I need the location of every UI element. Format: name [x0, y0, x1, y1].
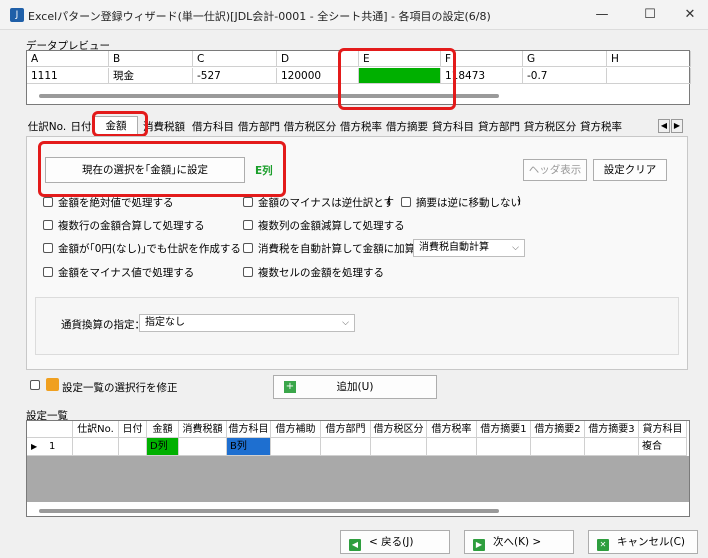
back-arrow-icon: ◀	[349, 539, 361, 551]
list-header-11[interactable]: 借方摘要2	[531, 421, 585, 438]
list-cell-6[interactable]	[271, 438, 321, 456]
currency-select[interactable]: 指定なし ⌵	[139, 314, 355, 332]
list-empty-area	[27, 456, 689, 502]
list-cell-7[interactable]	[321, 438, 371, 456]
edit-icon	[46, 378, 59, 391]
list-cell-12[interactable]	[585, 438, 639, 456]
cancel-icon: ✕	[597, 539, 609, 551]
preview-cell-a[interactable]: 1111	[27, 68, 109, 84]
list-header-4[interactable]: 消費税額	[179, 421, 227, 438]
header-display-button[interactable]: ヘッダ表示	[523, 159, 587, 181]
next-button[interactable]: ▶ 次へ(K) >	[464, 530, 574, 554]
list-cell-11[interactable]	[531, 438, 585, 456]
list-header-2[interactable]: 日付	[119, 421, 147, 438]
list-scrollbar[interactable]	[39, 509, 499, 513]
checkbox-multi-row-sum[interactable]: 複数行の金額合算して処理する	[43, 218, 205, 233]
tab-scroll-left-icon[interactable]: ◀	[658, 119, 670, 133]
maximize-button[interactable]: ☐	[630, 4, 670, 26]
settings-list: 1 仕訳No. 日付 金額 D列 消費税額 借方科目 B列 借方補助 借方部門 借方税区分 借方税率借…	[26, 420, 690, 517]
checkbox-auto-tax[interactable]: 消費税を自動計算して金額に加算	[243, 241, 415, 256]
tab-10[interactable]: 貸方部門	[476, 118, 522, 136]
close-button[interactable]: ✕	[670, 4, 708, 26]
tab-8[interactable]: 借方摘要	[384, 118, 430, 136]
list-header-6[interactable]: 借方補助	[271, 421, 321, 438]
clear-settings-button[interactable]: 設定クリア	[593, 159, 667, 181]
checkbox-no-move-summary[interactable]: 摘要は逆に移動しない	[401, 195, 521, 210]
tab-6[interactable]: 借方税区分	[282, 118, 338, 136]
chevron-down-icon: ⌵	[342, 318, 349, 328]
checkbox-multi-col-subtract[interactable]: 複数列の金額減算して処理する	[243, 218, 405, 233]
list-cell-9[interactable]	[427, 438, 477, 456]
tab-9[interactable]: 貸方科目	[430, 118, 476, 136]
tab-12[interactable]: 貸方税率	[578, 118, 624, 136]
list-cell-8[interactable]	[371, 438, 427, 456]
tab-0[interactable]: 仕訳No.	[26, 118, 68, 136]
modify-selected-label: 設定一覧の選択行を修正	[62, 382, 178, 394]
list-cell-10[interactable]	[477, 438, 531, 456]
list-header-3[interactable]: 金額	[147, 421, 179, 438]
list-cell-1[interactable]	[73, 438, 119, 456]
title-bar: J Excelパターン登録ウィザード(単一仕訳)[JDL会計-0001 - 全シ…	[0, 0, 708, 30]
preview-cell-c[interactable]: -527	[193, 68, 277, 84]
list-header-7[interactable]: 借方部門	[321, 421, 371, 438]
list-header-0[interactable]	[27, 421, 73, 438]
highlight-column-e	[338, 48, 456, 110]
list-cell-5[interactable]: B列	[227, 438, 271, 456]
checkbox-absolute[interactable]: 金額を絶対値で処理する	[43, 195, 174, 210]
chevron-down-icon: ⌵	[512, 243, 519, 253]
preview-cell-b[interactable]: 現金	[109, 68, 193, 84]
preview-header-c[interactable]: C	[193, 51, 277, 67]
app-icon: J	[10, 8, 24, 22]
list-cell-2[interactable]	[119, 438, 147, 456]
back-button[interactable]: ◀ < 戻る(J)	[340, 530, 450, 554]
paren-open: (	[387, 195, 392, 207]
checkbox-multi-cell[interactable]: 複数セルの金額を処理する	[243, 265, 384, 280]
preview-header-h[interactable]: H	[607, 51, 691, 67]
highlight-active-tab	[92, 111, 148, 137]
preview-header-b[interactable]: B	[109, 51, 193, 67]
preview-header-a[interactable]: A	[27, 51, 109, 67]
checkbox-negative[interactable]: 金額をマイナス値で処理する	[43, 265, 194, 280]
list-cell-4[interactable]	[179, 438, 227, 456]
preview-cell-h[interactable]	[607, 68, 691, 84]
list-cell-13[interactable]: 複合	[639, 438, 687, 456]
checkbox-minus-reverse[interactable]: 金額のマイナスは逆仕訳とす	[243, 195, 394, 210]
list-header-13[interactable]: 貸方科目	[639, 421, 687, 438]
list-header-12[interactable]: 借方摘要3	[585, 421, 639, 438]
list-header-1[interactable]: 仕訳No.	[73, 421, 119, 438]
list-header-9[interactable]: 借方税率	[427, 421, 477, 438]
window-title: Excelパターン登録ウィザード(単一仕訳)[JDL会計-0001 - 全シート…	[28, 10, 491, 23]
row-selector-icon: ▶	[31, 442, 38, 451]
tax-calc-select[interactable]: 消費税自動計算 ⌵	[413, 239, 525, 257]
list-cell-3[interactable]: D列	[147, 438, 179, 456]
next-arrow-icon: ▶	[473, 539, 485, 551]
tab-11[interactable]: 貸方税区分	[522, 118, 578, 136]
list-header-10[interactable]: 借方摘要1	[477, 421, 531, 438]
tab-7[interactable]: 借方税率	[338, 118, 384, 136]
add-button[interactable]: + 追加(U)	[273, 375, 437, 399]
tab-scroll-right-icon[interactable]: ▶	[671, 119, 683, 133]
tab-5[interactable]: 借方部門	[236, 118, 282, 136]
cancel-button[interactable]: ✕ キャンセル(C)	[588, 530, 698, 554]
plus-icon: +	[284, 381, 296, 393]
list-header-8[interactable]: 借方税区分	[371, 421, 427, 438]
highlight-set-button	[38, 141, 286, 197]
preview-header-g[interactable]: G	[523, 51, 607, 67]
checkbox-zero-amount[interactable]: 金額が｢0円(なし)｣でも仕訳を作成する	[43, 241, 241, 256]
preview-cell-g[interactable]: -0.7	[523, 68, 607, 84]
currency-label: 通貨換算の指定：	[61, 319, 145, 331]
checkbox-modify-selected[interactable]	[30, 380, 45, 392]
tab-4[interactable]: 借方科目	[190, 118, 236, 136]
list-header-5[interactable]: 借方科目	[227, 421, 271, 438]
tab-1[interactable]: 日付	[68, 118, 94, 136]
minimize-button[interactable]: —	[582, 4, 622, 26]
paren-close: )	[517, 195, 522, 207]
